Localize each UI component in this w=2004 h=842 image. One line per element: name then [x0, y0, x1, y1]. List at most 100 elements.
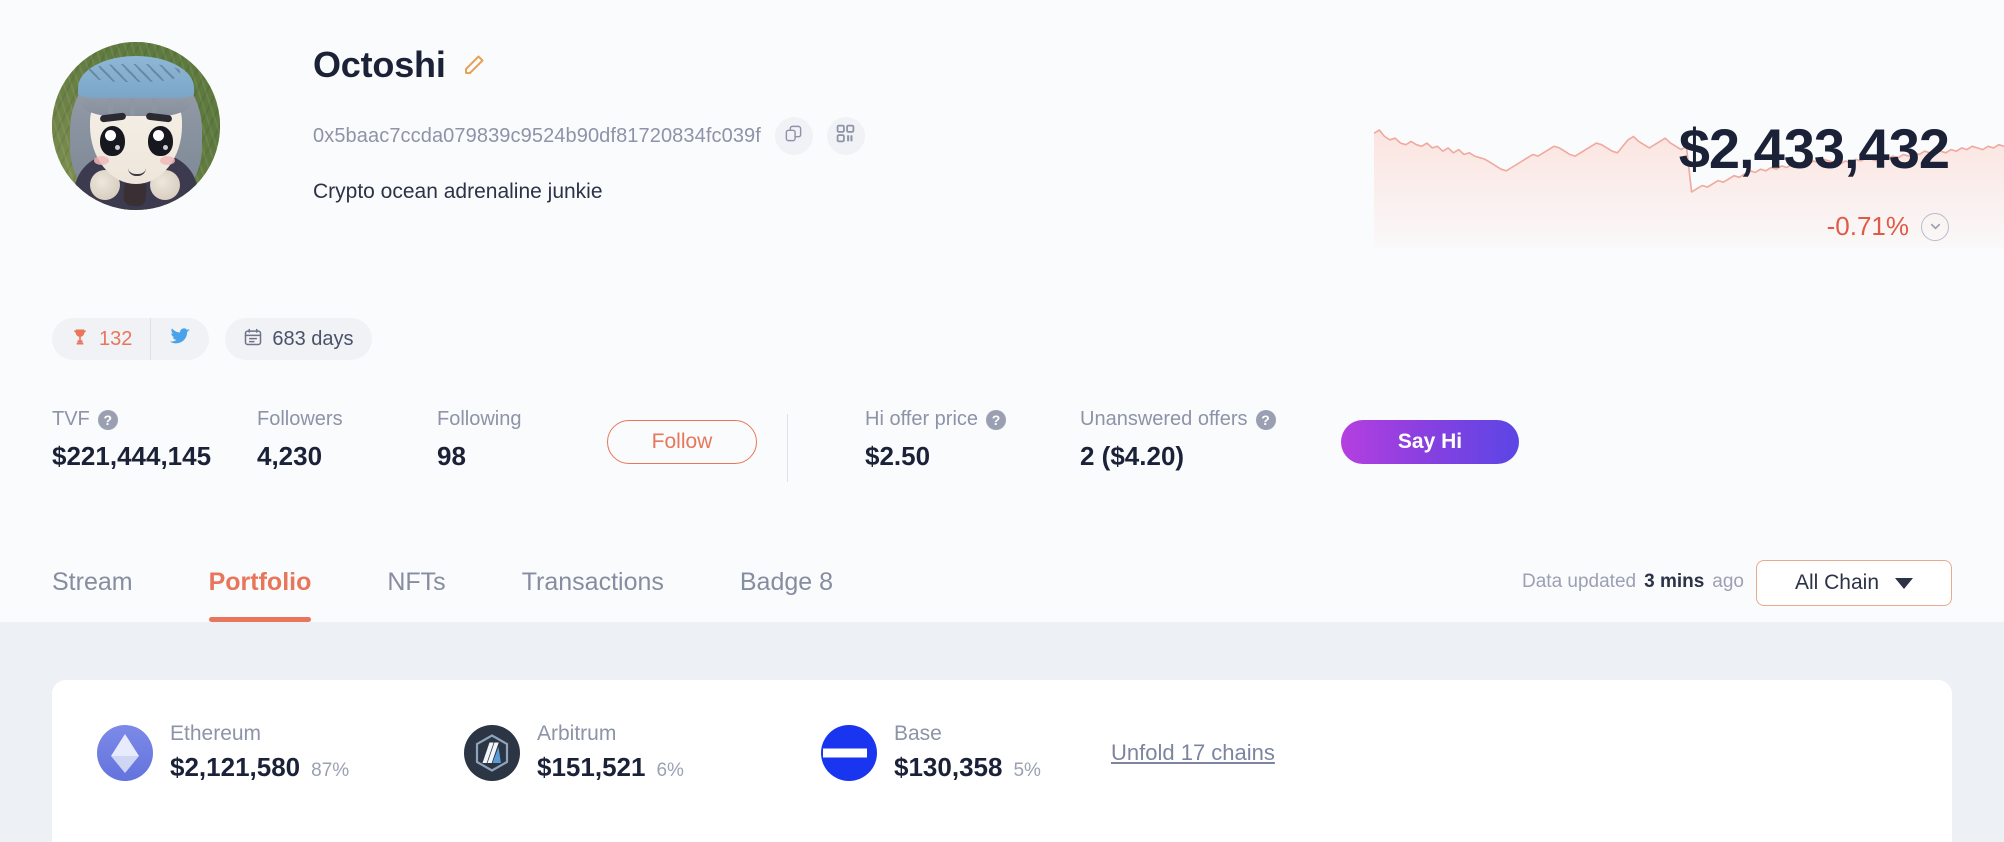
data-updated-label: Data updated 3 mins ago: [1522, 571, 1744, 593]
unfold-chains-link[interactable]: Unfold 17 chains: [1111, 740, 1275, 766]
chain-value: $130,358: [894, 752, 1002, 783]
stat-unanswered-value: 2 ($4.20): [1080, 441, 1335, 472]
say-hi-button[interactable]: Say Hi: [1341, 420, 1519, 464]
page-title: Octoshi: [313, 44, 446, 86]
trophy-badge[interactable]: 132: [52, 318, 150, 360]
help-icon[interactable]: ?: [986, 410, 1006, 430]
twitter-badge[interactable]: [150, 318, 209, 360]
calendar-icon: [243, 327, 263, 352]
say-hi-wrap: Say Hi: [1335, 408, 1525, 464]
stat-tvf: TVF ? $221,444,145: [52, 408, 257, 472]
chain-value: $2,121,580: [170, 752, 300, 783]
chain-name: Arbitrum: [537, 722, 684, 746]
tabs: Stream Portfolio NFTs Transactions Badge…: [52, 542, 871, 622]
chain-item-arbitrum[interactable]: Arbitrum $151,521 6%: [464, 722, 821, 783]
help-icon[interactable]: ?: [98, 410, 118, 430]
profile-bio: Crypto ocean adrenaline junkie: [313, 180, 603, 204]
qr-code-icon: [836, 124, 855, 148]
portfolio-total-value: $2,433,432: [1679, 116, 1949, 181]
chain-list: Ethereum $2,121,580 87%: [97, 722, 1275, 783]
stat-following[interactable]: Following 98: [437, 408, 577, 472]
avatar-bow: [123, 181, 147, 206]
profile-page: Octoshi 0x5baac7ccda079839c9524b90df8172…: [0, 0, 2004, 842]
updated-prefix: Data updated: [1522, 571, 1636, 593]
chain-info: Base $130,358 5%: [894, 722, 1041, 783]
stat-tvf-label-row: TVF ?: [52, 408, 257, 431]
chain-info: Ethereum $2,121,580 87%: [170, 722, 349, 783]
tab-transactions[interactable]: Transactions: [484, 542, 702, 622]
avatar-eye-left: [100, 126, 125, 156]
chain-percent: 6%: [656, 760, 683, 782]
copy-address-button[interactable]: [775, 117, 813, 155]
arbitrum-icon: [464, 725, 520, 781]
stat-unanswered-label: Unanswered offers: [1080, 408, 1248, 431]
portfolio-change-pct: -0.71%: [1827, 211, 1909, 242]
tab-portfolio[interactable]: Portfolio: [171, 542, 350, 622]
chain-value: $151,521: [537, 752, 645, 783]
stat-hi-offer-label: Hi offer price: [865, 408, 978, 431]
chain-name: Base: [894, 722, 1041, 746]
stats-divider: [787, 414, 788, 482]
base-icon: [821, 725, 877, 781]
help-icon[interactable]: ?: [1256, 410, 1276, 430]
chain-item-ethereum[interactable]: Ethereum $2,121,580 87%: [97, 722, 464, 783]
stat-followers[interactable]: Followers 4,230: [257, 408, 437, 472]
chain-filter-select[interactable]: All Chain: [1756, 560, 1952, 606]
chain-info: Arbitrum $151,521 6%: [537, 722, 684, 783]
chain-value-row: $130,358 5%: [894, 752, 1041, 783]
avatar-eye-right: [148, 126, 173, 156]
days-badge: 683 days: [225, 318, 371, 360]
avatar[interactable]: [52, 42, 220, 210]
stat-followers-value: 4,230: [257, 441, 437, 472]
stat-hi-offer: Hi offer price ? $2.50: [865, 408, 1080, 472]
follow-button[interactable]: Follow: [607, 420, 757, 464]
stat-followers-label: Followers: [257, 408, 437, 431]
chain-item-base[interactable]: Base $130,358 5%: [821, 722, 1111, 783]
wallet-address: 0x5baac7ccda079839c9524b90df81720834fc03…: [313, 125, 761, 148]
badge-pills: 132: [52, 318, 372, 360]
ethereum-icon: [97, 725, 153, 781]
stat-tvf-value: $221,444,145: [52, 441, 257, 472]
days-pill[interactable]: 683 days: [225, 318, 371, 360]
content-area: Ethereum $2,121,580 87%: [0, 622, 2004, 842]
tab-badge[interactable]: Badge 8: [702, 542, 871, 622]
stat-unanswered-label-row: Unanswered offers ?: [1080, 408, 1335, 431]
chain-filter-value: All Chain: [1795, 571, 1879, 595]
tab-stream[interactable]: Stream: [52, 542, 171, 622]
chevron-down-icon[interactable]: [1921, 213, 1949, 241]
stat-tvf-label: TVF: [52, 408, 90, 431]
copy-icon: [784, 124, 803, 148]
score-twitter-pill: 132: [52, 318, 209, 360]
updated-time: 3 mins: [1644, 571, 1704, 593]
twitter-icon: [169, 326, 191, 353]
name-row: Octoshi: [313, 44, 486, 86]
stat-hi-offer-label-row: Hi offer price ?: [865, 408, 1080, 431]
chain-value-row: $151,521 6%: [537, 752, 684, 783]
pencil-icon[interactable]: [462, 53, 486, 77]
avatar-blush-left: [94, 156, 109, 165]
chain-percent: 5%: [1013, 760, 1040, 782]
chevron-down-icon: [1895, 578, 1913, 589]
portfolio-change-row: -0.71%: [1827, 211, 1949, 242]
qr-code-button[interactable]: [827, 117, 865, 155]
profile-header: Octoshi 0x5baac7ccda079839c9524b90df8172…: [0, 0, 2004, 622]
chain-breakdown-card: Ethereum $2,121,580 87%: [52, 680, 1952, 842]
address-row: 0x5baac7ccda079839c9524b90df81720834fc03…: [313, 117, 865, 155]
stat-hi-offer-value: $2.50: [865, 441, 1080, 472]
stat-following-label: Following: [437, 408, 577, 431]
trophy-icon: [70, 327, 90, 352]
stat-following-value: 98: [437, 441, 577, 472]
chain-name: Ethereum: [170, 722, 349, 746]
follow-button-wrap: Follow: [577, 408, 787, 464]
chain-percent: 87%: [311, 760, 349, 782]
stat-unanswered: Unanswered offers ? 2 ($4.20): [1080, 408, 1335, 472]
updated-suffix: ago: [1712, 571, 1744, 593]
trophy-count: 132: [99, 328, 132, 351]
tab-bar: Stream Portfolio NFTs Transactions Badge…: [0, 542, 2004, 622]
avatar-blush-right: [160, 156, 175, 165]
portfolio-summary: $2,433,432 -0.71%: [1374, 118, 2004, 248]
days-count: 683 days: [272, 328, 353, 351]
tab-nfts[interactable]: NFTs: [349, 542, 483, 622]
chain-value-row: $2,121,580 87%: [170, 752, 349, 783]
stats-row: TVF ? $221,444,145 Followers 4,230 Follo…: [52, 408, 1525, 482]
